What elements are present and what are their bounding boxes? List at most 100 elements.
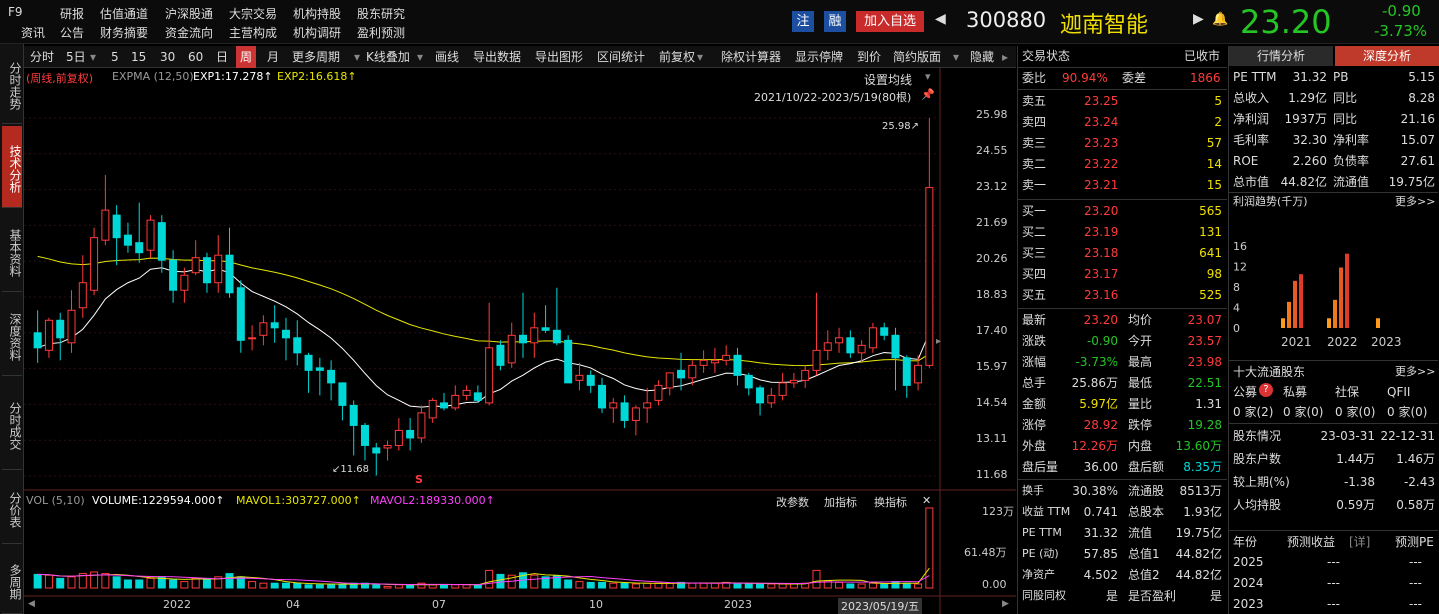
tb-minute[interactable]: 分时	[30, 46, 54, 68]
menu-connect[interactable]: 沪深股通	[165, 5, 213, 22]
candle-body	[90, 237, 99, 291]
holders-more-link[interactable]: 更多>>	[1395, 362, 1435, 382]
candle-body	[812, 349, 821, 371]
shareholder-value: 0.59万	[1336, 498, 1375, 512]
menu-news[interactable]: 资讯	[21, 24, 45, 41]
tb-monthly[interactable]: 月	[267, 46, 279, 68]
ma-settings-button[interactable]: 设置均线	[864, 71, 912, 88]
tb-kline-overlay-dropdown-icon[interactable]: ▾	[417, 46, 423, 68]
menu-business[interactable]: 主营构成	[229, 24, 277, 41]
scroll-left-icon[interactable]: ◀	[28, 599, 35, 609]
tab-intraday[interactable]: 分时走势	[2, 44, 22, 124]
candle-body	[823, 342, 832, 351]
tb-range-stats[interactable]: 区间统计	[597, 46, 645, 68]
menu-financial[interactable]: 财务摘要	[100, 24, 148, 41]
note-button[interactable]: 注	[792, 11, 814, 32]
forecast-detail-link[interactable]: [详]	[1349, 532, 1370, 552]
stat-value: 12.26万	[1071, 439, 1118, 453]
tab-multi-period[interactable]: 多周期	[2, 546, 22, 614]
tab-intraday-trades[interactable]: 分时成交	[2, 378, 22, 470]
menu-announcement[interactable]: 公告	[60, 24, 84, 41]
tb-fq[interactable]: 前复权	[659, 46, 695, 68]
tb-5min[interactable]: 5	[111, 46, 119, 68]
tb-exright-calc[interactable]: 除权计算器	[721, 46, 781, 68]
profit-axis-tick: 4	[1233, 302, 1240, 315]
candle-body	[281, 329, 290, 339]
expand-panel-icon[interactable]: ▸	[936, 336, 941, 347]
alert-bell-icon[interactable]: 🔔	[1212, 12, 1228, 27]
menu-fund-flow[interactable]: 资金流向	[165, 24, 213, 41]
tab-basic-info[interactable]: 基本资料	[2, 210, 22, 292]
fin-value: 2.260	[1292, 154, 1327, 168]
tb-daily[interactable]: 日	[216, 46, 228, 68]
candle-body	[394, 429, 403, 446]
ask-price: 23.22	[1084, 157, 1119, 171]
add-indicator-button[interactable]: 加指标	[824, 494, 857, 510]
x-label: 04	[286, 598, 300, 611]
tb-fq-dropdown-icon[interactable]: ▾	[697, 46, 703, 68]
ma-settings-dropdown-icon[interactable]: ▾	[925, 70, 931, 83]
tab-technical[interactable]: 技术分析	[2, 126, 22, 208]
price-tick: 18.83	[976, 288, 1008, 301]
volume-bar	[643, 582, 652, 589]
tb-30min[interactable]: 30	[160, 46, 175, 68]
mavol2-value: MAVOL2:189330.000↑	[370, 494, 495, 507]
tb-show-suspended[interactable]: 显示停牌	[795, 46, 843, 68]
tb-draw[interactable]: 画线	[435, 46, 459, 68]
ask-level-label: 卖二	[1022, 157, 1047, 171]
help-icon[interactable]: ?	[1259, 383, 1273, 397]
menu-block-trade[interactable]: 大宗交易	[229, 5, 277, 22]
candle-body	[33, 332, 42, 349]
menu-f9[interactable]: F9	[8, 5, 23, 19]
change-indicator-button[interactable]: 换指标	[874, 494, 907, 510]
tb-hide[interactable]: 隐藏	[970, 46, 994, 68]
profit-axis-tick: 12	[1233, 261, 1247, 274]
signal-s-marker[interactable]: S	[415, 473, 423, 486]
tab-deep-analysis[interactable]: 深度分析	[1335, 46, 1439, 66]
stat-label: 外盘	[1022, 439, 1047, 453]
tb-more-periods[interactable]: 更多周期	[292, 46, 340, 68]
tb-hide-arrow-icon[interactable]: ▸	[1002, 46, 1008, 68]
menu-inst-survey[interactable]: 机构调研	[293, 24, 341, 41]
tb-layout-dropdown-icon[interactable]: ▾	[953, 46, 959, 68]
stat-label: 同股同权	[1022, 589, 1066, 602]
add-watchlist-button[interactable]: 加入自选	[856, 11, 924, 32]
kline-chart[interactable]: (周线,前复权) EXPMA (12,50) EXP1:17.278↑ EXP2…	[24, 68, 1016, 614]
prev-stock-icon[interactable]: ◀	[935, 11, 946, 27]
margin-button[interactable]: 融	[824, 11, 846, 32]
menu-forecast[interactable]: 盈利预测	[357, 24, 405, 41]
tb-export-image[interactable]: 导出图形	[535, 46, 583, 68]
bid-volume: 98	[1206, 267, 1222, 281]
edit-params-button[interactable]: 改参数	[776, 494, 809, 510]
volume-bar	[56, 577, 65, 589]
menu-research[interactable]: 研报	[60, 5, 84, 22]
close-indicator-icon[interactable]: ✕	[922, 494, 931, 507]
tb-weekly[interactable]: 周	[236, 46, 257, 68]
forecast-year: 2024	[1233, 576, 1264, 590]
profit-more-link[interactable]: 更多>>	[1395, 192, 1435, 212]
stat-label: 总值2	[1128, 568, 1160, 582]
tb-more-periods-dropdown-icon[interactable]: ▾	[354, 46, 360, 68]
menu-holder-research[interactable]: 股东研究	[357, 5, 405, 22]
tb-5day[interactable]: 5日	[66, 46, 86, 68]
next-stock-icon[interactable]: ▶	[1193, 11, 1204, 27]
stat-value: 28.92	[1083, 418, 1118, 432]
tb-5day-dropdown-icon[interactable]: ▾	[90, 46, 96, 68]
stat-label: PE (动)	[1022, 547, 1059, 560]
tab-market-analysis[interactable]: 行情分析	[1229, 46, 1333, 66]
tb-15min[interactable]: 15	[131, 46, 146, 68]
tb-export-data[interactable]: 导出数据	[473, 46, 521, 68]
tb-60min[interactable]: 60	[188, 46, 203, 68]
menu-valuation[interactable]: 估值通道	[100, 5, 148, 22]
tb-kline-overlay[interactable]: K线叠加	[366, 46, 410, 68]
profit-bar	[1376, 318, 1380, 328]
tab-deep-info[interactable]: 深度资料	[2, 294, 22, 376]
volume-bar	[394, 584, 403, 589]
tb-simple-layout[interactable]: 简约版面	[893, 46, 941, 68]
tb-price-alert[interactable]: 到价	[857, 46, 881, 68]
scroll-right-icon[interactable]: ▶	[1002, 599, 1009, 609]
candle-body	[744, 374, 753, 389]
menu-inst-holdings[interactable]: 机构持股	[293, 5, 341, 22]
tab-price-table[interactable]: 分价表	[2, 472, 22, 544]
pin-icon[interactable]: 📌	[921, 88, 935, 101]
